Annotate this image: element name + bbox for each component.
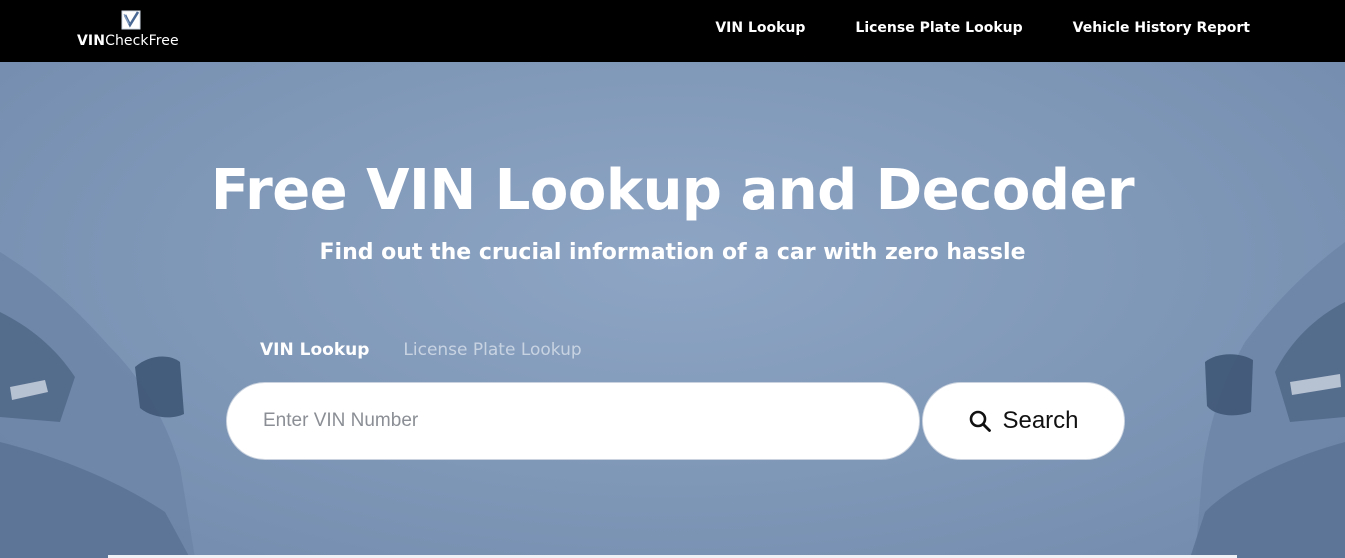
hero-section: Free VIN Lookup and Decoder Find out the… bbox=[0, 62, 1345, 558]
main-nav: VIN Lookup License Plate Lookup Vehicle … bbox=[715, 20, 1250, 36]
tab-vin-lookup[interactable]: VIN Lookup bbox=[260, 340, 369, 360]
tab-license-plate-lookup[interactable]: License Plate Lookup bbox=[403, 340, 581, 360]
lookup-tabs: VIN Lookup License Plate Lookup bbox=[260, 340, 582, 360]
top-navigation-bar: VINCheckFree VIN Lookup License Plate Lo… bbox=[0, 0, 1345, 62]
checkmark-logo-icon bbox=[121, 10, 141, 30]
site-logo[interactable]: VINCheckFree bbox=[77, 8, 189, 54]
search-button[interactable]: Search bbox=[922, 382, 1125, 460]
search-icon bbox=[970, 410, 992, 432]
car-right-image bbox=[1190, 242, 1345, 558]
vin-search-input[interactable] bbox=[226, 382, 920, 460]
nav-link-license-plate-lookup[interactable]: License Plate Lookup bbox=[855, 20, 1022, 36]
nav-link-vehicle-history-report[interactable]: Vehicle History Report bbox=[1073, 20, 1250, 36]
site-logo-text: VINCheckFree bbox=[77, 33, 179, 49]
nav-link-vin-lookup[interactable]: VIN Lookup bbox=[715, 20, 805, 36]
page-subtitle: Find out the crucial information of a ca… bbox=[319, 240, 1026, 265]
car-left-image bbox=[0, 252, 195, 558]
search-button-label: Search bbox=[1002, 407, 1079, 434]
page-title: Free VIN Lookup and Decoder bbox=[210, 158, 1135, 223]
